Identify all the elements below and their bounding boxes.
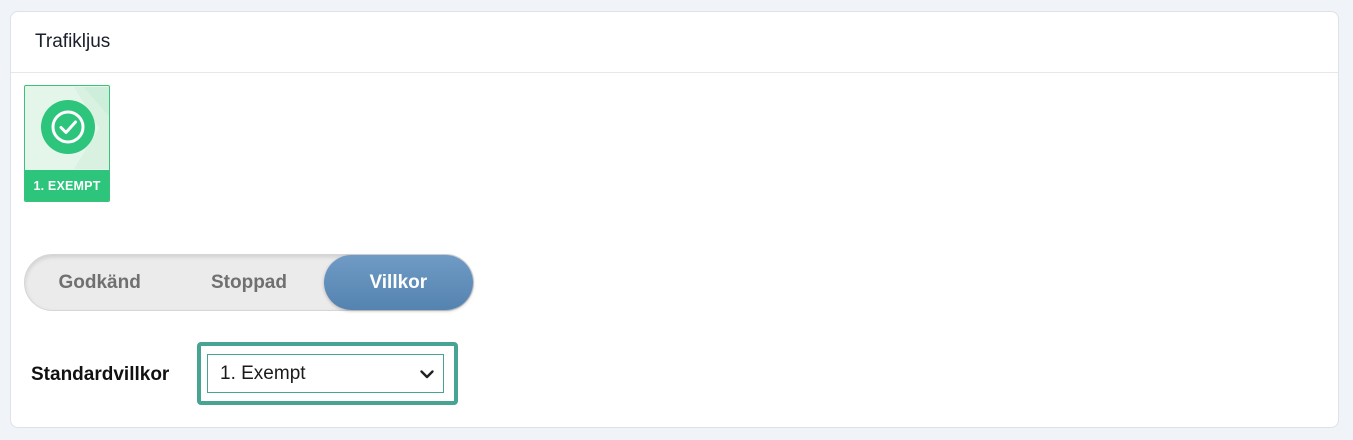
standard-conditions-focus-ring: 1. Exempt: [197, 342, 458, 405]
segment-godkand[interactable]: Godkänd: [25, 255, 174, 310]
segment-stoppad[interactable]: Stoppad: [174, 255, 323, 310]
status-tile-label: 1. EXEMPT: [25, 170, 109, 201]
card-title: Trafikljus: [35, 31, 111, 52]
segment-villkor[interactable]: Villkor: [323, 255, 473, 310]
status-tile: 1. EXEMPT: [24, 85, 110, 202]
check-circle-icon: [41, 100, 95, 154]
traffic-light-segmented-control: Godkänd Stoppad Villkor: [24, 254, 474, 311]
standard-conditions-label: Standardvillkor: [31, 364, 170, 385]
standard-conditions-value: 1. Exempt: [220, 362, 306, 384]
card-header: Trafikljus: [11, 12, 1338, 73]
standard-conditions-select[interactable]: 1. Exempt: [207, 354, 444, 393]
chevron-down-icon: [420, 370, 434, 379]
